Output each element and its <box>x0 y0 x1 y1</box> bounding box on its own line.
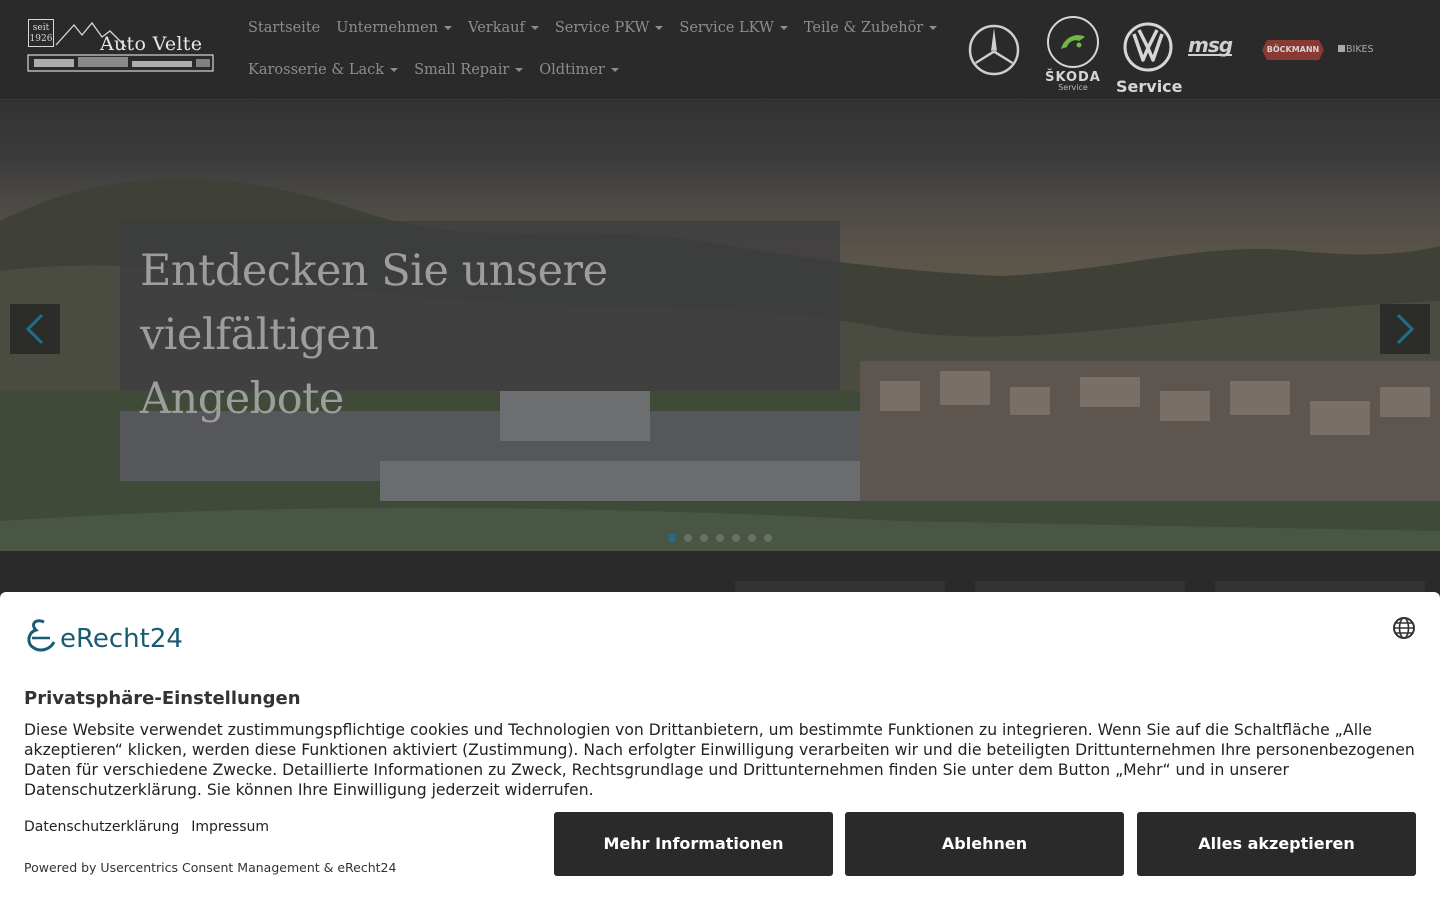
nav-item-service-pkw[interactable]: Service PKW <box>555 18 664 38</box>
nav-row-2: Karosserie & Lack Small Repair Oldtimer <box>248 60 619 80</box>
chevron-left-icon <box>25 313 44 345</box>
vw-emblem-icon <box>1123 22 1173 72</box>
nav-item-teile-zubehör[interactable]: Teile & Zubehör <box>803 18 938 38</box>
more-information-button[interactable]: Mehr Informationen <box>554 812 833 876</box>
nav-item-verkauf[interactable]: Verkauf <box>468 18 539 38</box>
skoda-arrow-icon <box>1047 16 1099 68</box>
caret-down-icon <box>655 26 664 30</box>
nav-item-label: Small Repair <box>414 62 510 78</box>
mercedes-benz-logo[interactable] <box>968 24 1020 80</box>
slider-indicators <box>668 534 772 542</box>
nav-item-label: Karosserie & Lack <box>248 62 385 78</box>
consent-title: Privatsphäre-Einstellungen <box>24 688 301 709</box>
nav-item-small-repair[interactable]: Small Repair <box>414 60 524 80</box>
nav-item-label: Unternehmen <box>336 20 439 36</box>
consent-links: Datenschutzerklärung Impressum <box>24 819 269 835</box>
caret-down-icon <box>530 26 539 30</box>
imprint-link[interactable]: Impressum <box>191 819 269 835</box>
accept-all-button[interactable]: Alles akzeptieren <box>1137 812 1416 876</box>
nav-item-service-lkw[interactable]: Service LKW <box>679 18 788 38</box>
bikes-square-icon <box>1338 45 1345 52</box>
slider-dot[interactable] <box>668 534 676 542</box>
slider-dot[interactable] <box>732 534 740 542</box>
hero-caption: Entdecken Sie unsere vielfältigen Angebo… <box>120 221 840 424</box>
hero-title-line-2: Angebote <box>140 374 344 424</box>
msg-logo[interactable]: msg <box>1188 33 1233 57</box>
caret-down-icon <box>929 26 938 30</box>
msg-label: msg <box>1188 33 1233 57</box>
slider-dot[interactable] <box>748 534 756 542</box>
erecht24-mark-icon <box>27 619 56 652</box>
logo-since-label: seit <box>32 23 50 33</box>
consent-description: Diese Website verwendet zustimmungspflic… <box>24 721 1415 799</box>
slider-dot[interactable] <box>684 534 692 542</box>
slider-dot[interactable] <box>700 534 708 542</box>
language-globe-icon[interactable] <box>1392 616 1416 640</box>
nav-item-label: Startseite <box>248 20 321 36</box>
slider-prev-button[interactable] <box>10 304 60 354</box>
mercedes-star-icon <box>968 24 1020 76</box>
caret-down-icon <box>610 68 619 72</box>
caret-down-icon <box>390 68 399 72</box>
hero-title-line-1: Entdecken Sie unsere vielfältigen <box>140 246 608 360</box>
nav-item-label: Verkauf <box>468 20 525 36</box>
site-header: seit 1926 Auto Velte Startseite Unternehm… <box>0 0 1440 100</box>
bikes-label: BIKES <box>1346 44 1374 55</box>
boeckmann-label: BÖCKMANN <box>1266 45 1320 54</box>
caret-down-icon <box>779 26 788 30</box>
nav-item-label: Oldtimer <box>539 62 605 78</box>
decline-button[interactable]: Ablehnen <box>845 812 1124 876</box>
slider-dot[interactable] <box>764 534 772 542</box>
auto-velte-logo[interactable]: seit 1926 Auto Velte <box>26 15 216 75</box>
chevron-right-icon <box>1396 313 1415 345</box>
erecht24-label: eRecht24 <box>60 624 183 654</box>
vw-service-logo[interactable]: Service <box>1116 22 1183 96</box>
powered-by-text: Powered by Usercentrics Consent Manageme… <box>24 860 397 875</box>
nav-item-karosserie-lack[interactable]: Karosserie & Lack <box>248 60 399 80</box>
nav-item-label: Service LKW <box>679 20 774 36</box>
slider-dot[interactable] <box>716 534 724 542</box>
logo-name: Auto Velte <box>100 33 203 55</box>
logo-year: 1926 <box>29 34 53 44</box>
nav-item-label: Service PKW <box>554 20 650 36</box>
caret-down-icon <box>515 68 524 72</box>
slider-next-button[interactable] <box>1380 304 1430 354</box>
logo-since-badge: seit 1926 <box>28 19 54 47</box>
nav-item-oldtimer[interactable]: Oldtimer <box>539 60 619 80</box>
bikes-logo[interactable]: BIKES <box>1338 44 1374 55</box>
hero-slider: Entdecken Sie unsere vielfältigen Angebo… <box>0 101 1440 551</box>
vw-service-label: Service <box>1116 77 1183 96</box>
skoda-service-logo[interactable]: ŠKODA Service <box>1040 16 1106 92</box>
nav-item-unternehmen[interactable]: Unternehmen <box>336 18 453 38</box>
hero-title: Entdecken Sie unsere vielfältigen Angebo… <box>140 239 820 431</box>
boeckmann-logo[interactable]: BÖCKMANN <box>1262 40 1324 60</box>
nav-item-label: Teile & Zubehör <box>803 20 924 36</box>
nav-item-startseite[interactable]: Startseite <box>248 18 320 38</box>
caret-down-icon <box>444 26 453 30</box>
cookie-consent-banner: eRecht24 Privatsphäre-Einstellungen Dies… <box>0 592 1440 900</box>
nav-row-1: Startseite Unternehmen Verkauf Service PKW S… <box>248 18 938 38</box>
privacy-policy-link[interactable]: Datenschutzerklärung <box>24 819 179 835</box>
erecht24-logo: eRecht24 <box>24 616 183 654</box>
brand-logos: ŠKODA Service Service msg BÖCKMANN BIKES <box>964 14 1424 96</box>
